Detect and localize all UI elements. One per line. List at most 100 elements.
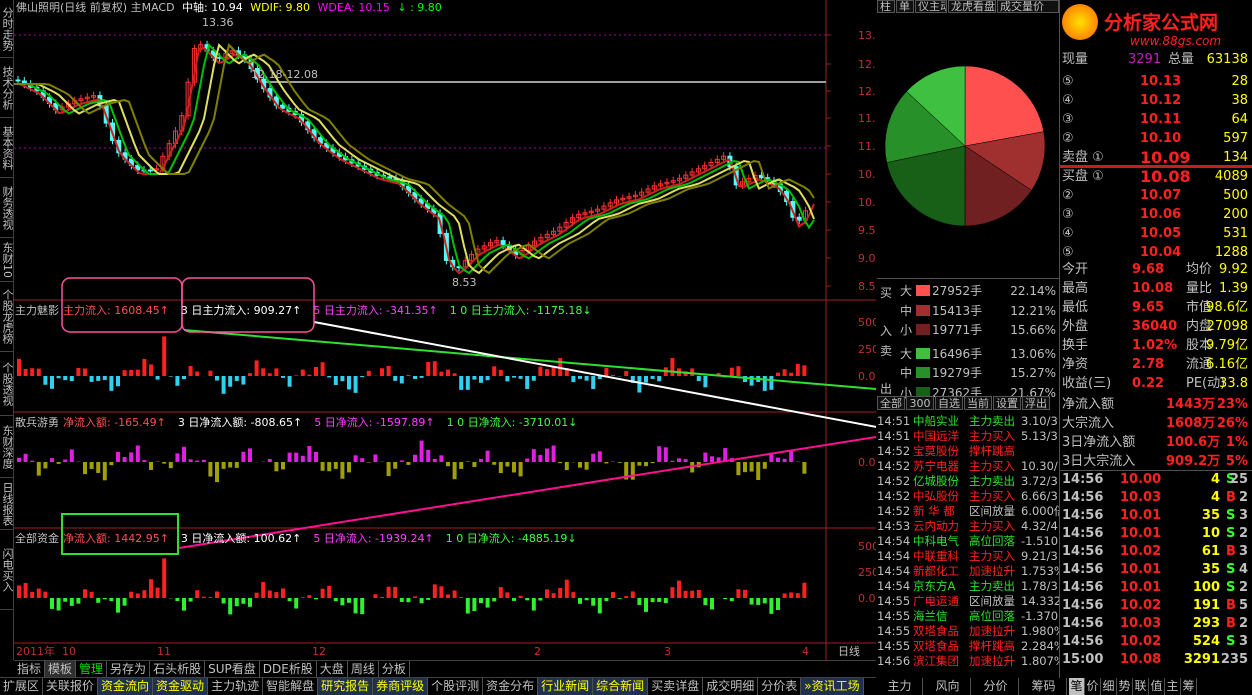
- panel2-bar: [30, 460, 35, 462]
- right-tab-2[interactable]: 仪主动: [915, 0, 947, 13]
- news-row[interactable]: 14:52 宝莫股份 撑杆跳高: [877, 444, 1059, 459]
- bottom2-tab-7[interactable]: 券商评级: [373, 678, 429, 695]
- bottom-tab-5[interactable]: SUP看盘: [205, 661, 260, 678]
- pie-volume: 19279手: [932, 366, 983, 380]
- bottom2-tab-9[interactable]: 资金分布: [483, 678, 539, 695]
- right-tab-4[interactable]: 成交量价: [997, 0, 1059, 13]
- sub-tab-1[interactable]: 300: [906, 396, 934, 410]
- right-bottom-tab-1[interactable]: 风向: [925, 678, 971, 695]
- sub-tab-4[interactable]: 设置: [993, 396, 1021, 410]
- bottom2-tab-4[interactable]: 主力轨迹: [208, 678, 264, 695]
- news-row[interactable]: 14:55双塔食品撑杆跳高 2.284%: [877, 639, 1059, 654]
- sub-tab-5[interactable]: 浮出: [1022, 396, 1050, 410]
- sub-tab-0[interactable]: 全部: [877, 396, 905, 410]
- sub-tab-3[interactable]: 当前: [964, 396, 992, 410]
- panel3-l4: 1 0 日净流入: -4885.19↓: [445, 532, 577, 545]
- news-row[interactable]: 14:52新 华 都区间放量 6.000倍: [877, 504, 1059, 519]
- news-row[interactable]: 14:52 亿城股份 主力卖出 3.72/3: [877, 474, 1059, 489]
- pie-divider: [877, 278, 1059, 279]
- flow-label: 3日大宗流入: [1062, 454, 1136, 469]
- panel2-bar: [89, 462, 94, 469]
- right-tab-0[interactable]: 柱: [877, 0, 895, 13]
- right-tab-3[interactable]: 龙虎看盘: [948, 0, 996, 13]
- news-row[interactable]: 14:54新都化工加速拉升 1.753%: [877, 564, 1059, 579]
- right-bottom-tab-9[interactable]: 值: [1149, 678, 1165, 695]
- bottom2-tab-8[interactable]: 个股评测: [428, 678, 484, 695]
- news-stock: 亿城股份: [913, 474, 959, 488]
- tick-price: 10.00: [1120, 472, 1162, 487]
- right-tab-1[interactable]: 单: [896, 0, 914, 13]
- panel2-bar: [373, 454, 378, 462]
- news-row[interactable]: 14:52 中弘股份 主力买入 6.66/3: [877, 489, 1059, 504]
- bottom-tab-1[interactable]: 模板: [45, 661, 77, 678]
- right-bottom-tab-2[interactable]: 分价: [973, 678, 1019, 695]
- bottom-tab-7[interactable]: 大盘: [316, 661, 348, 678]
- right-bottom-tab-10[interactable]: 主: [1165, 678, 1181, 695]
- panel2-bar: [505, 462, 510, 467]
- left-tab-1[interactable]: 技术分析: [0, 58, 13, 118]
- right-bottom-tab-11[interactable]: 筹: [1181, 678, 1197, 695]
- bottom-tab-0[interactable]: 指标: [14, 661, 46, 678]
- news-row[interactable]: 14:52 苏宁电器 主力买入 10.30/: [877, 459, 1059, 474]
- right-bottom-tab-8[interactable]: 联: [1133, 678, 1149, 695]
- news-row[interactable]: 14:55 海兰信 高位回落 -1.370: [877, 609, 1059, 624]
- stat-value: 36040: [1132, 319, 1178, 334]
- bottom-tab-4[interactable]: 石头析股: [150, 661, 206, 678]
- bottom2-tab-11[interactable]: 综合新闻: [593, 678, 649, 695]
- bottom2-tab-5[interactable]: 智能解盘: [263, 678, 319, 695]
- news-row[interactable]: 14:51 中国远洋 主力买入 5.13/3: [877, 429, 1059, 444]
- tick-row: 14:56 10.02 61 B 3: [1060, 543, 1252, 561]
- tick-row: 14:56 10.03 4 B 2: [1060, 489, 1252, 507]
- news-row[interactable]: 14:54 京东方A 主力卖出 1.78/3: [877, 579, 1059, 594]
- panel2-bar: [419, 440, 424, 462]
- sell-price: 10.10: [1140, 131, 1182, 146]
- news-row[interactable]: 14:54 中科电气 高位回落 -1.510: [877, 534, 1059, 549]
- right-bottom-tab-3[interactable]: 筹码: [1021, 678, 1067, 695]
- left-tab-5[interactable]: 个股龙虎榜: [0, 282, 13, 352]
- bottom-tab-8[interactable]: 周线: [347, 661, 379, 678]
- right-bottom-tab-6[interactable]: 细: [1101, 678, 1117, 695]
- bottom-tab-9[interactable]: 分板: [378, 661, 410, 678]
- tick-row: 14:56 10.03 293 B 2: [1060, 615, 1252, 633]
- left-tab-9[interactable]: 闪电买入: [0, 530, 13, 610]
- panel1-bar: [479, 376, 483, 383]
- news-event: 区间放量: [969, 504, 1015, 518]
- news-row[interactable]: 14:56滨江集团加速拉升 1.807%: [877, 654, 1059, 669]
- kline-chart[interactable]: 13.00 12.50 12.00 11.50 11.00 10.50 10.00 9.50 9…: [14, 0, 1065, 660]
- news-row[interactable]: 14:54 中联重科 主力买入 9.21/3: [877, 549, 1059, 564]
- bottom2-tab-2[interactable]: 资金流向: [98, 678, 154, 695]
- left-tab-7[interactable]: 东财深度: [0, 416, 13, 478]
- left-tab-8[interactable]: 日线报表: [0, 478, 13, 530]
- bottom2-tab-10[interactable]: 行业新闻: [538, 678, 594, 695]
- left-tab-4[interactable]: 东财10: [0, 238, 13, 282]
- news-row[interactable]: 14:51 中船实业 主力卖出 3.10/3: [877, 414, 1059, 429]
- bottom2-tab-6[interactable]: 研究报告: [318, 678, 374, 695]
- sub-tab-2[interactable]: 自选: [935, 396, 963, 410]
- bottom2-tab-13[interactable]: 成交明细: [703, 678, 759, 695]
- news-row[interactable]: 14:53 云内动力 主力买入 4.32/4: [877, 519, 1059, 534]
- bottom-tab-3[interactable]: 另存为: [107, 661, 151, 678]
- bottom2-tab-1[interactable]: 关联报价: [43, 678, 99, 695]
- bottom2-tab-3[interactable]: 资金驱动: [153, 678, 209, 695]
- panel3-bar: [465, 598, 470, 614]
- panel3-bar: [254, 592, 259, 598]
- left-tab-2[interactable]: 基本资料: [0, 118, 13, 178]
- left-tab-6[interactable]: 个股透视: [0, 352, 13, 416]
- bottom2-tab-15[interactable]: »资讯工场: [801, 678, 864, 695]
- right-bottom-tab-0[interactable]: 主力: [877, 678, 923, 695]
- right-bottom-tab-7[interactable]: 势: [1117, 678, 1133, 695]
- bottom2-tab-0[interactable]: 扩展区: [0, 678, 44, 695]
- news-time: 14:55: [877, 624, 911, 638]
- bottom2-tab-14[interactable]: 分价表: [758, 678, 802, 695]
- left-tab-0[interactable]: 分时走势: [0, 0, 13, 58]
- bottom-tab-2[interactable]: 管理: [76, 661, 108, 678]
- news-row[interactable]: 14:55双塔食品加速拉升 1.980%: [877, 624, 1059, 639]
- panel3-bar: [287, 598, 292, 602]
- bottom-tab-6[interactable]: DDE析股: [259, 661, 317, 678]
- bottom2-tab-12[interactable]: 买卖详盘: [648, 678, 704, 695]
- left-tab-3[interactable]: 财务透视: [0, 178, 13, 238]
- right-bottom-tab-4[interactable]: 笔: [1069, 678, 1085, 695]
- news-row[interactable]: 14:55 广电运通 区间放量 14.332: [877, 594, 1059, 609]
- panel1-bar: [320, 362, 325, 376]
- right-bottom-tab-5[interactable]: 价: [1085, 678, 1101, 695]
